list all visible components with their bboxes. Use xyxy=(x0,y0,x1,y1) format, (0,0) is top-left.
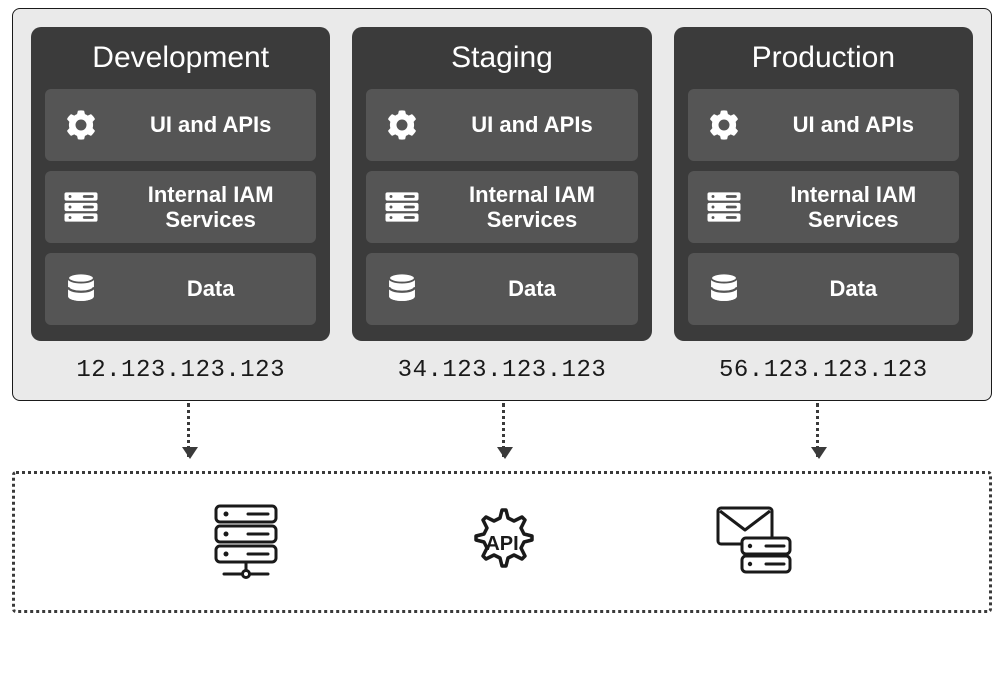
env-row-ui-apis: UI and APIs xyxy=(688,89,959,161)
gear-icon xyxy=(702,103,746,147)
row-label: Data xyxy=(440,276,623,301)
env-title: Production xyxy=(752,41,895,75)
arrows-layer xyxy=(12,401,992,471)
env-development: Development UI and APIs Internal IAM Ser… xyxy=(31,27,330,384)
env-row-data: Data xyxy=(366,253,637,325)
env-title: Development xyxy=(92,41,269,75)
server-icon xyxy=(702,185,746,229)
database-icon xyxy=(59,267,103,311)
gear-icon xyxy=(380,103,424,147)
row-label: Data xyxy=(762,276,945,301)
server-icon xyxy=(380,185,424,229)
env-production: Production UI and APIs Internal IAM Serv… xyxy=(674,27,973,384)
env-ip: 56.123.123.123 xyxy=(719,357,928,384)
row-label: UI and APIs xyxy=(119,112,302,137)
env-row-data: Data xyxy=(45,253,316,325)
env-card: Development UI and APIs Internal IAM Ser… xyxy=(31,27,330,341)
database-icon xyxy=(380,267,424,311)
env-ip: 12.123.123.123 xyxy=(76,357,285,384)
row-label: UI and APIs xyxy=(762,112,945,137)
row-label: Internal IAM Services xyxy=(119,182,302,233)
row-label: UI and APIs xyxy=(440,112,623,137)
api-gear-icon xyxy=(456,496,548,588)
row-label: Internal IAM Services xyxy=(440,182,623,233)
env-card: Production UI and APIs Internal IAM Serv… xyxy=(674,27,973,341)
env-row-iam: Internal IAM Services xyxy=(45,171,316,243)
gear-icon xyxy=(59,103,103,147)
shared-services-panel xyxy=(12,471,992,613)
arrow-down-icon xyxy=(187,403,190,457)
env-row-iam: Internal IAM Services xyxy=(688,171,959,243)
arrow-down-icon xyxy=(502,403,505,457)
env-ip: 34.123.123.123 xyxy=(398,357,607,384)
row-label: Data xyxy=(119,276,302,301)
server-rack-icon xyxy=(204,496,296,588)
environments-panel: Development UI and APIs Internal IAM Ser… xyxy=(12,8,992,401)
row-label: Internal IAM Services xyxy=(762,182,945,233)
env-row-iam: Internal IAM Services xyxy=(366,171,637,243)
env-row-ui-apis: UI and APIs xyxy=(366,89,637,161)
env-card: Staging UI and APIs Internal IAM Service… xyxy=(352,27,651,341)
env-staging: Staging UI and APIs Internal IAM Service… xyxy=(352,27,651,384)
mail-server-icon xyxy=(708,496,800,588)
database-icon xyxy=(702,267,746,311)
env-row-ui-apis: UI and APIs xyxy=(45,89,316,161)
env-row-data: Data xyxy=(688,253,959,325)
env-title: Staging xyxy=(451,41,553,75)
server-icon xyxy=(59,185,103,229)
arrow-down-icon xyxy=(816,403,819,457)
